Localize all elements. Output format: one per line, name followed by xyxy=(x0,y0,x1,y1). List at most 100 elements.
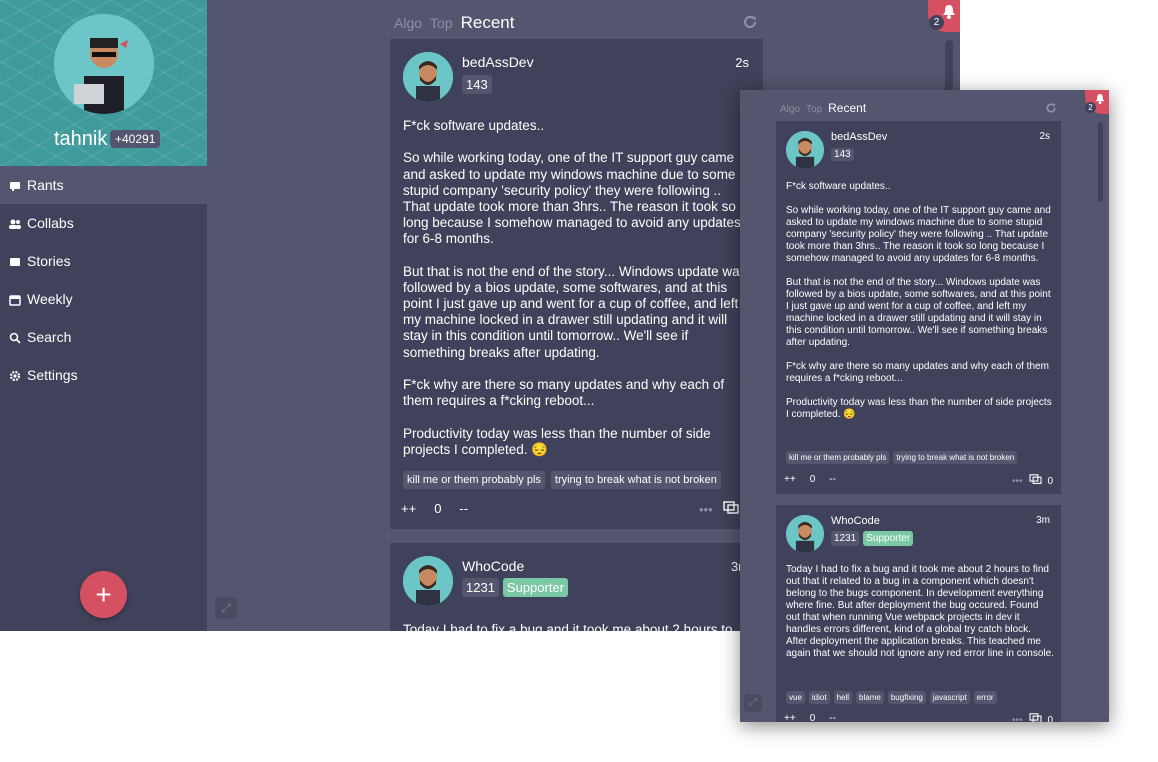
rant-text: F*ck software updates.. So while working… xyxy=(786,181,1054,433)
weekly-icon xyxy=(9,293,21,306)
sidebar-item-stories[interactable]: Stories xyxy=(0,242,207,280)
post-actions: ••• xyxy=(699,501,739,518)
sidebar-item-collabs[interactable]: Collabs xyxy=(0,204,207,242)
rant-paragraph: But that is not the end of the story... … xyxy=(786,277,1051,348)
expand-icon[interactable]: ⤢ xyxy=(215,597,237,619)
notification-count: 2 xyxy=(929,15,944,30)
user-score-badge: 143 xyxy=(462,75,492,94)
sidebar-item-label: Weekly xyxy=(27,291,73,307)
downvote-button[interactable]: -- xyxy=(829,713,836,722)
downvote-button[interactable]: -- xyxy=(459,501,468,516)
refresh-icon[interactable] xyxy=(742,14,758,35)
comments-icon[interactable] xyxy=(1028,713,1042,722)
sidebar: tahnik +40291 Rants Collabs Stories Week… xyxy=(0,0,207,631)
sidebar-item-label: Stories xyxy=(27,253,71,269)
profile-header[interactable]: tahnik +40291 xyxy=(0,0,207,166)
avatar[interactable] xyxy=(403,556,453,606)
username[interactable]: WhoCode xyxy=(462,558,524,574)
gear-icon xyxy=(9,369,21,382)
scrollbar[interactable] xyxy=(1098,122,1103,202)
tab-top[interactable]: Top xyxy=(806,104,822,115)
notification-count: 2 xyxy=(1085,102,1096,113)
rant-card[interactable]: bedAssDev 143 2s F*ck software updates..… xyxy=(390,39,763,529)
comment-count: 0 xyxy=(1047,714,1054,723)
rant-paragraph: Productivity today was less than the num… xyxy=(403,425,711,457)
more-options-icon[interactable]: ••• xyxy=(699,502,713,517)
downvote-button[interactable]: -- xyxy=(829,474,836,485)
rant-paragraph: F*ck why are there so many updates and w… xyxy=(403,377,725,409)
refresh-icon[interactable] xyxy=(1045,101,1057,119)
notifications-button[interactable]: 2 xyxy=(928,0,960,32)
sidebar-item-label: Collabs xyxy=(27,215,74,231)
notifications-button[interactable]: 2 xyxy=(1085,90,1109,114)
rant-text: Today I had to fix a bug and it took me … xyxy=(403,622,747,631)
new-rant-button[interactable]: + xyxy=(80,571,127,618)
timestamp: 2s xyxy=(735,55,749,70)
profile-score: +40291 xyxy=(110,130,161,148)
tab-algo[interactable]: Algo xyxy=(394,15,422,31)
tag[interactable]: blame xyxy=(856,691,884,704)
comments-icon[interactable] xyxy=(722,501,739,518)
avatar[interactable] xyxy=(786,515,824,553)
profile-username: tahnik xyxy=(54,128,108,150)
rant-paragraph: F*ck software updates.. xyxy=(403,118,545,133)
avatar[interactable] xyxy=(786,131,824,169)
upvote-button[interactable]: ++ xyxy=(784,474,796,485)
sidebar-item-label: Rants xyxy=(27,177,64,193)
tab-recent[interactable]: Recent xyxy=(828,101,866,115)
upvote-button[interactable]: ++ xyxy=(784,713,796,722)
timestamp: 2s xyxy=(1039,131,1050,142)
tab-recent[interactable]: Recent xyxy=(461,13,515,33)
tag[interactable]: hell xyxy=(833,691,853,704)
rant-paragraph: So while working today, one of the IT su… xyxy=(786,205,1051,264)
upvote-button[interactable]: ++ xyxy=(401,501,416,516)
tag[interactable]: trying to break what is not broken xyxy=(893,451,1018,464)
tab-algo[interactable]: Algo xyxy=(780,104,800,115)
tag[interactable]: idiot xyxy=(808,691,830,704)
collabs-icon xyxy=(9,217,21,229)
rant-text: F*ck software updates.. So while working… xyxy=(403,118,747,474)
rant-card[interactable]: WhoCode 1231 Supporter 3m Today I had to… xyxy=(776,505,1061,722)
post-actions: ••• 0 xyxy=(1012,713,1053,722)
avatar[interactable] xyxy=(403,52,453,102)
rant-card[interactable]: bedAssDev 143 2s F*ck software updates..… xyxy=(776,121,1061,494)
mobile-window: Algo Top Recent 2 ⤢ bedAssDev 143 2s F*c… xyxy=(740,90,1109,722)
username[interactable]: WhoCode xyxy=(831,515,880,527)
stories-icon xyxy=(9,255,21,267)
rant-paragraph: Today I had to fix a bug and it took me … xyxy=(786,564,1054,659)
more-options-icon[interactable]: ••• xyxy=(1012,715,1023,723)
tag[interactable]: error xyxy=(973,691,997,704)
sidebar-item-label: Search xyxy=(27,329,72,345)
rant-card[interactable]: WhoCode 1231 Supporter 3m Today I had to… xyxy=(390,543,763,631)
tag[interactable]: trying to break what is not broken xyxy=(550,471,721,489)
tag-list: vue idiot hell blame bugfixing javascrip… xyxy=(786,691,997,704)
username[interactable]: bedAssDev xyxy=(462,54,534,70)
timestamp: 3m xyxy=(1036,515,1050,526)
user-score: 143 xyxy=(462,75,492,94)
more-options-icon[interactable]: ••• xyxy=(1012,476,1023,487)
tag[interactable]: kill me or them probably pls xyxy=(786,451,890,464)
user-score-badge: 143 xyxy=(831,148,854,161)
rants-icon xyxy=(9,179,21,191)
rant-paragraph: Productivity today was less than the num… xyxy=(786,397,1052,420)
profile-avatar[interactable] xyxy=(54,14,154,114)
sidebar-item-search[interactable]: Search xyxy=(0,318,207,356)
vote-count: 0 xyxy=(809,713,816,722)
post-actions: ••• 0 xyxy=(1012,474,1053,488)
comments-icon[interactable] xyxy=(1028,474,1042,488)
vote-count: 0 xyxy=(809,474,816,485)
username[interactable]: bedAssDev xyxy=(831,131,887,143)
tag[interactable]: javascript xyxy=(929,691,970,704)
supporter-badge: Supporter xyxy=(863,531,914,546)
expand-icon[interactable]: ⤢ xyxy=(744,694,762,712)
tag[interactable]: vue xyxy=(786,691,805,704)
tag[interactable]: kill me or them probably pls xyxy=(403,471,545,489)
sidebar-item-settings[interactable]: Settings xyxy=(0,356,207,394)
sidebar-item-rants[interactable]: Rants xyxy=(0,166,207,204)
tag[interactable]: bugfixing xyxy=(887,691,926,704)
rant-paragraph: So while working today, one of the IT su… xyxy=(403,150,741,247)
tab-top[interactable]: Top xyxy=(430,15,453,31)
user-score: 143 xyxy=(831,148,854,161)
rant-paragraph: But that is not the end of the story... … xyxy=(403,263,747,360)
sidebar-item-weekly[interactable]: Weekly xyxy=(0,280,207,318)
